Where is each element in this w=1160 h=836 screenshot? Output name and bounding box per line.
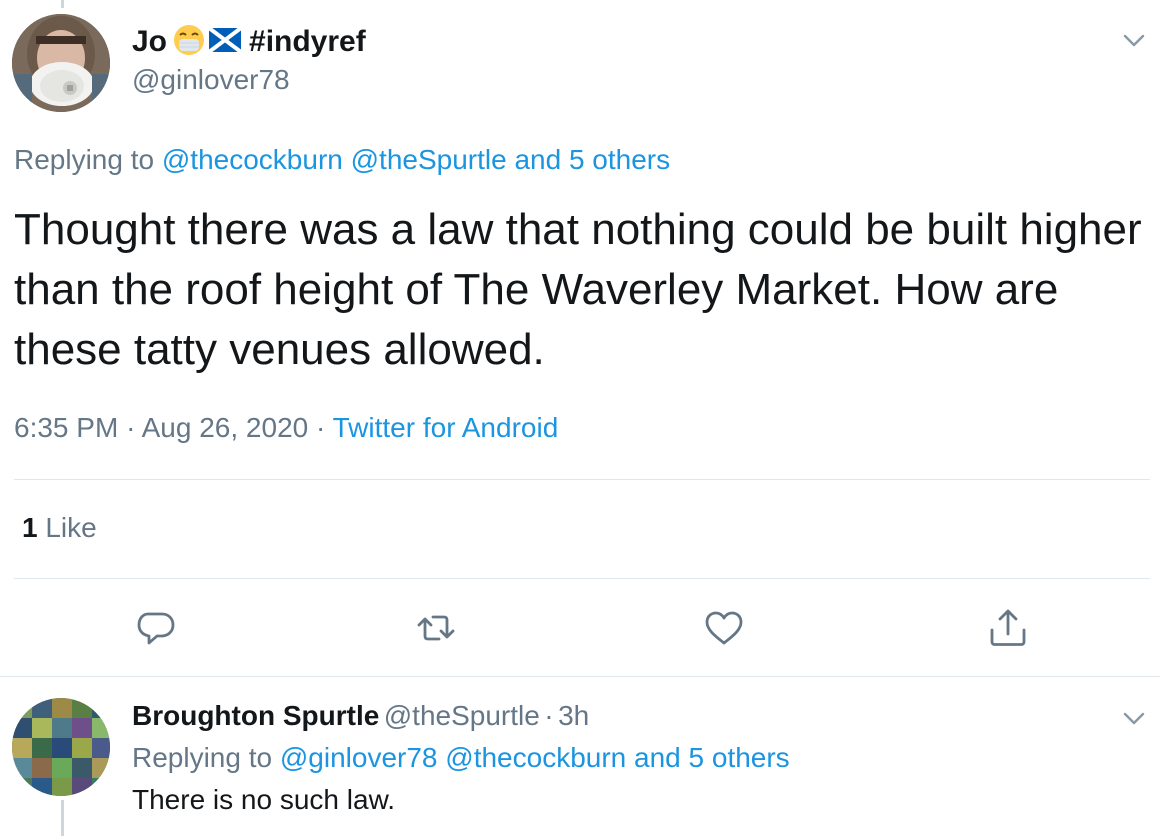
share-button[interactable]	[986, 606, 1030, 650]
meta-separator: ·	[316, 412, 326, 443]
more-options-button[interactable]	[1120, 26, 1148, 54]
retweet-icon	[417, 615, 455, 641]
author-handle[interactable]: @ginlover78	[132, 64, 290, 96]
tweet-separator	[0, 676, 1160, 677]
divider	[14, 479, 1150, 480]
chevron-down-icon	[1123, 34, 1145, 47]
tweet-meta: 6:35 PM · Aug 26, 2020 · Twitter for And…	[14, 412, 558, 444]
reply-separator: ·	[544, 700, 554, 731]
meta-separator: ·	[126, 412, 136, 443]
mask-emoji-icon	[173, 24, 205, 61]
avatar-image	[12, 14, 110, 112]
reply-button[interactable]	[134, 606, 178, 650]
chevron-down-icon	[1123, 712, 1145, 725]
author-tag[interactable]: #indyref	[249, 25, 366, 59]
scotland-flag-icon	[207, 25, 243, 57]
reply-avatar[interactable]	[12, 698, 110, 796]
reply-author-handle[interactable]: @theSpurtle	[384, 700, 540, 731]
like-count: 1	[22, 512, 38, 543]
replying-to-mentions[interactable]: @thecockburn @theSpurtle and 5 others	[162, 144, 670, 175]
tweet-date[interactable]: Aug 26, 2020	[142, 412, 309, 443]
reply-replying-to: Replying to @ginlover78 @thecockburn and…	[132, 742, 790, 774]
thread-line-bottom	[61, 800, 64, 836]
like-button[interactable]	[702, 606, 746, 650]
reply-replying-to-mentions[interactable]: @ginlover78 @thecockburn and 5 others	[280, 742, 790, 773]
reply-avatar-image	[12, 698, 110, 796]
reply-age[interactable]: 3h	[558, 700, 589, 731]
thread-line-top	[61, 0, 64, 8]
divider	[14, 578, 1150, 579]
like-label: Like	[45, 512, 97, 543]
reply-author-name[interactable]: Broughton Spurtle	[132, 700, 379, 731]
heart-icon	[705, 611, 743, 645]
tweet-source[interactable]: Twitter for Android	[333, 412, 559, 443]
reply-icon	[137, 612, 175, 645]
author-name[interactable]: Jo	[132, 25, 167, 59]
reply-more-options-button[interactable]	[1120, 704, 1148, 732]
author-name-row[interactable]: Jo #indyref	[132, 24, 366, 60]
like-stats[interactable]: 1 Like	[22, 512, 97, 544]
retweet-button[interactable]	[414, 606, 458, 650]
reply-header: Broughton Spurtle @theSpurtle · 3h	[132, 700, 589, 732]
reply-text: There is no such law.	[132, 784, 396, 815]
share-icon	[990, 609, 1026, 646]
replying-to-label: Replying to	[14, 144, 155, 175]
tweet-time[interactable]: 6:35 PM	[14, 412, 118, 443]
avatar[interactable]	[12, 14, 110, 112]
replying-to: Replying to @thecockburn @theSpurtle and…	[14, 144, 670, 176]
reply-replying-to-label: Replying to	[132, 742, 273, 773]
tweet-text: Thought there was a law that nothing cou…	[14, 205, 1142, 374]
